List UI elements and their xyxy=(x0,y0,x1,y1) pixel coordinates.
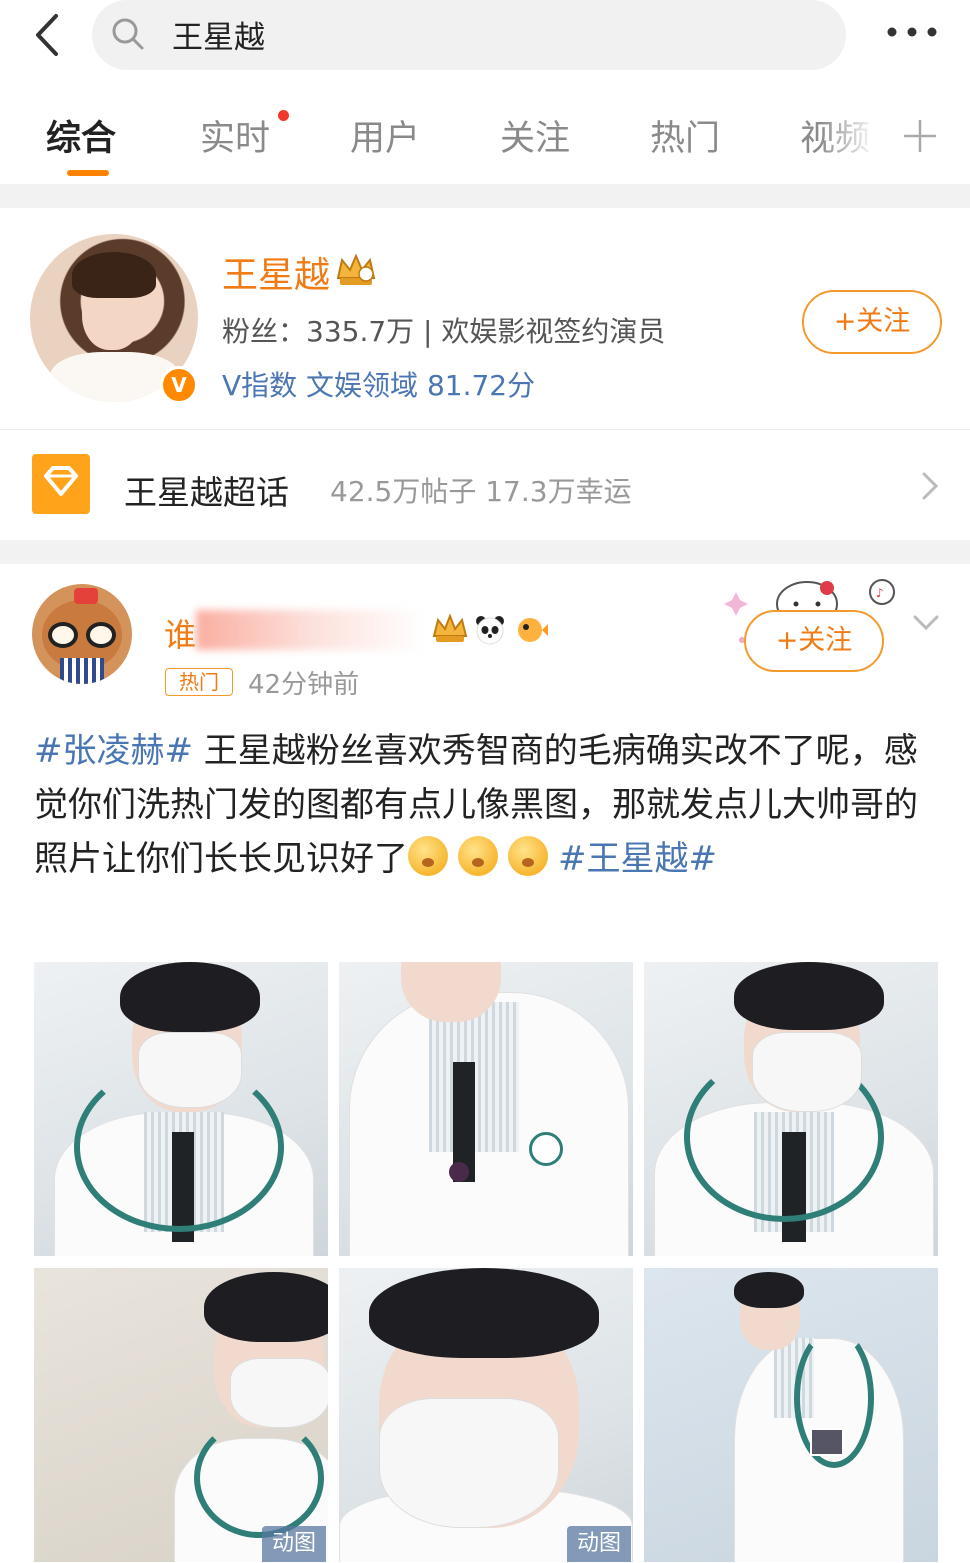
tab-fade xyxy=(820,90,890,180)
verified-badge: V xyxy=(160,366,198,404)
tab-hot[interactable]: 热门 xyxy=(650,110,720,161)
plus-icon[interactable] xyxy=(900,116,940,156)
tab-following[interactable]: 关注 xyxy=(500,110,570,161)
svg-text:♪: ♪ xyxy=(876,586,884,600)
panda-icon xyxy=(476,616,504,645)
v-index[interactable]: V指数 文娱领域 81.72分 xyxy=(222,364,535,404)
search-query: 王星越 xyxy=(172,20,265,56)
crown-badge-icon xyxy=(432,613,468,642)
post-image-grid: 动图 动图 xyxy=(34,962,938,1562)
post-image[interactable] xyxy=(644,1268,938,1562)
follow-button[interactable]: +关注 xyxy=(802,290,942,354)
section-gap xyxy=(0,540,970,564)
post-author-name[interactable]: 谁 xyxy=(164,610,196,656)
gif-label: 动图 xyxy=(566,1526,631,1562)
search-icon xyxy=(112,18,144,50)
tab-comprehensive[interactable]: 综合 xyxy=(46,110,116,161)
hashtag-link[interactable]: #张凌赫# xyxy=(34,731,193,771)
supertopic-stats: 42.5万帖子 17.3万幸运 xyxy=(330,475,632,508)
fans-info: 粉丝：335.7万 | 欢娱影视签约演员 xyxy=(222,315,666,348)
search-input[interactable]: 王星越 xyxy=(92,0,846,70)
shy-face-emoji xyxy=(408,836,448,876)
weibo-post: 谁 热门 42分钟前 ♪ +关注 #张凌赫# 王星越粉丝喜欢秀智商的毛病确实改不… xyxy=(0,564,970,1563)
shy-face-emoji xyxy=(508,836,548,876)
top-bar: 王星越 xyxy=(0,0,970,80)
profile-name[interactable]: 王星越 xyxy=(222,246,330,298)
hot-tag: 热门 xyxy=(165,668,233,696)
crown-badge-icon xyxy=(336,253,376,285)
post-author-avatar[interactable] xyxy=(32,584,132,684)
post-follow-button[interactable]: +关注 xyxy=(744,610,884,672)
supertopic-row[interactable]: 王星越超话 42.5万帖子 17.3万幸运 xyxy=(0,430,970,540)
post-image[interactable] xyxy=(34,962,328,1256)
post-image[interactable]: 动图 xyxy=(34,1268,328,1562)
redacted-name-blur xyxy=(196,610,426,650)
tab-realtime[interactable]: 实时 xyxy=(200,110,270,161)
gif-label: 动图 xyxy=(261,1526,326,1562)
user-profile-card[interactable]: V 王星越 粉丝：335.7万 | 欢娱影视签约演员 V指数 文娱领域 81.7… xyxy=(0,208,970,428)
search-tabs: 综合 实时 用户 关注 热门 视频 xyxy=(0,90,970,182)
chevron-right-icon xyxy=(922,472,939,500)
shy-face-emoji xyxy=(458,836,498,876)
back-arrow-icon[interactable] xyxy=(28,10,68,60)
pufferfish-icon xyxy=(518,618,548,642)
hashtag-link[interactable]: #王星越# xyxy=(558,839,717,879)
post-image[interactable] xyxy=(644,962,938,1256)
section-gap xyxy=(0,184,970,208)
more-dots-icon[interactable] xyxy=(884,22,940,42)
supertopic-diamond-icon xyxy=(32,454,90,514)
supertopic-name: 王星越超话 xyxy=(124,473,289,512)
post-image[interactable] xyxy=(339,962,633,1256)
active-tab-indicator xyxy=(67,170,109,176)
post-time: 42分钟前 xyxy=(248,670,360,700)
new-content-dot xyxy=(278,110,289,121)
post-content: #张凌赫# 王星越粉丝喜欢秀智商的毛病确实改不了呢，感觉你们洗热门发的图都有点儿… xyxy=(34,724,944,886)
post-image[interactable]: 动图 xyxy=(339,1268,633,1562)
tab-users[interactable]: 用户 xyxy=(350,110,420,161)
chevron-down-icon[interactable] xyxy=(912,614,940,632)
